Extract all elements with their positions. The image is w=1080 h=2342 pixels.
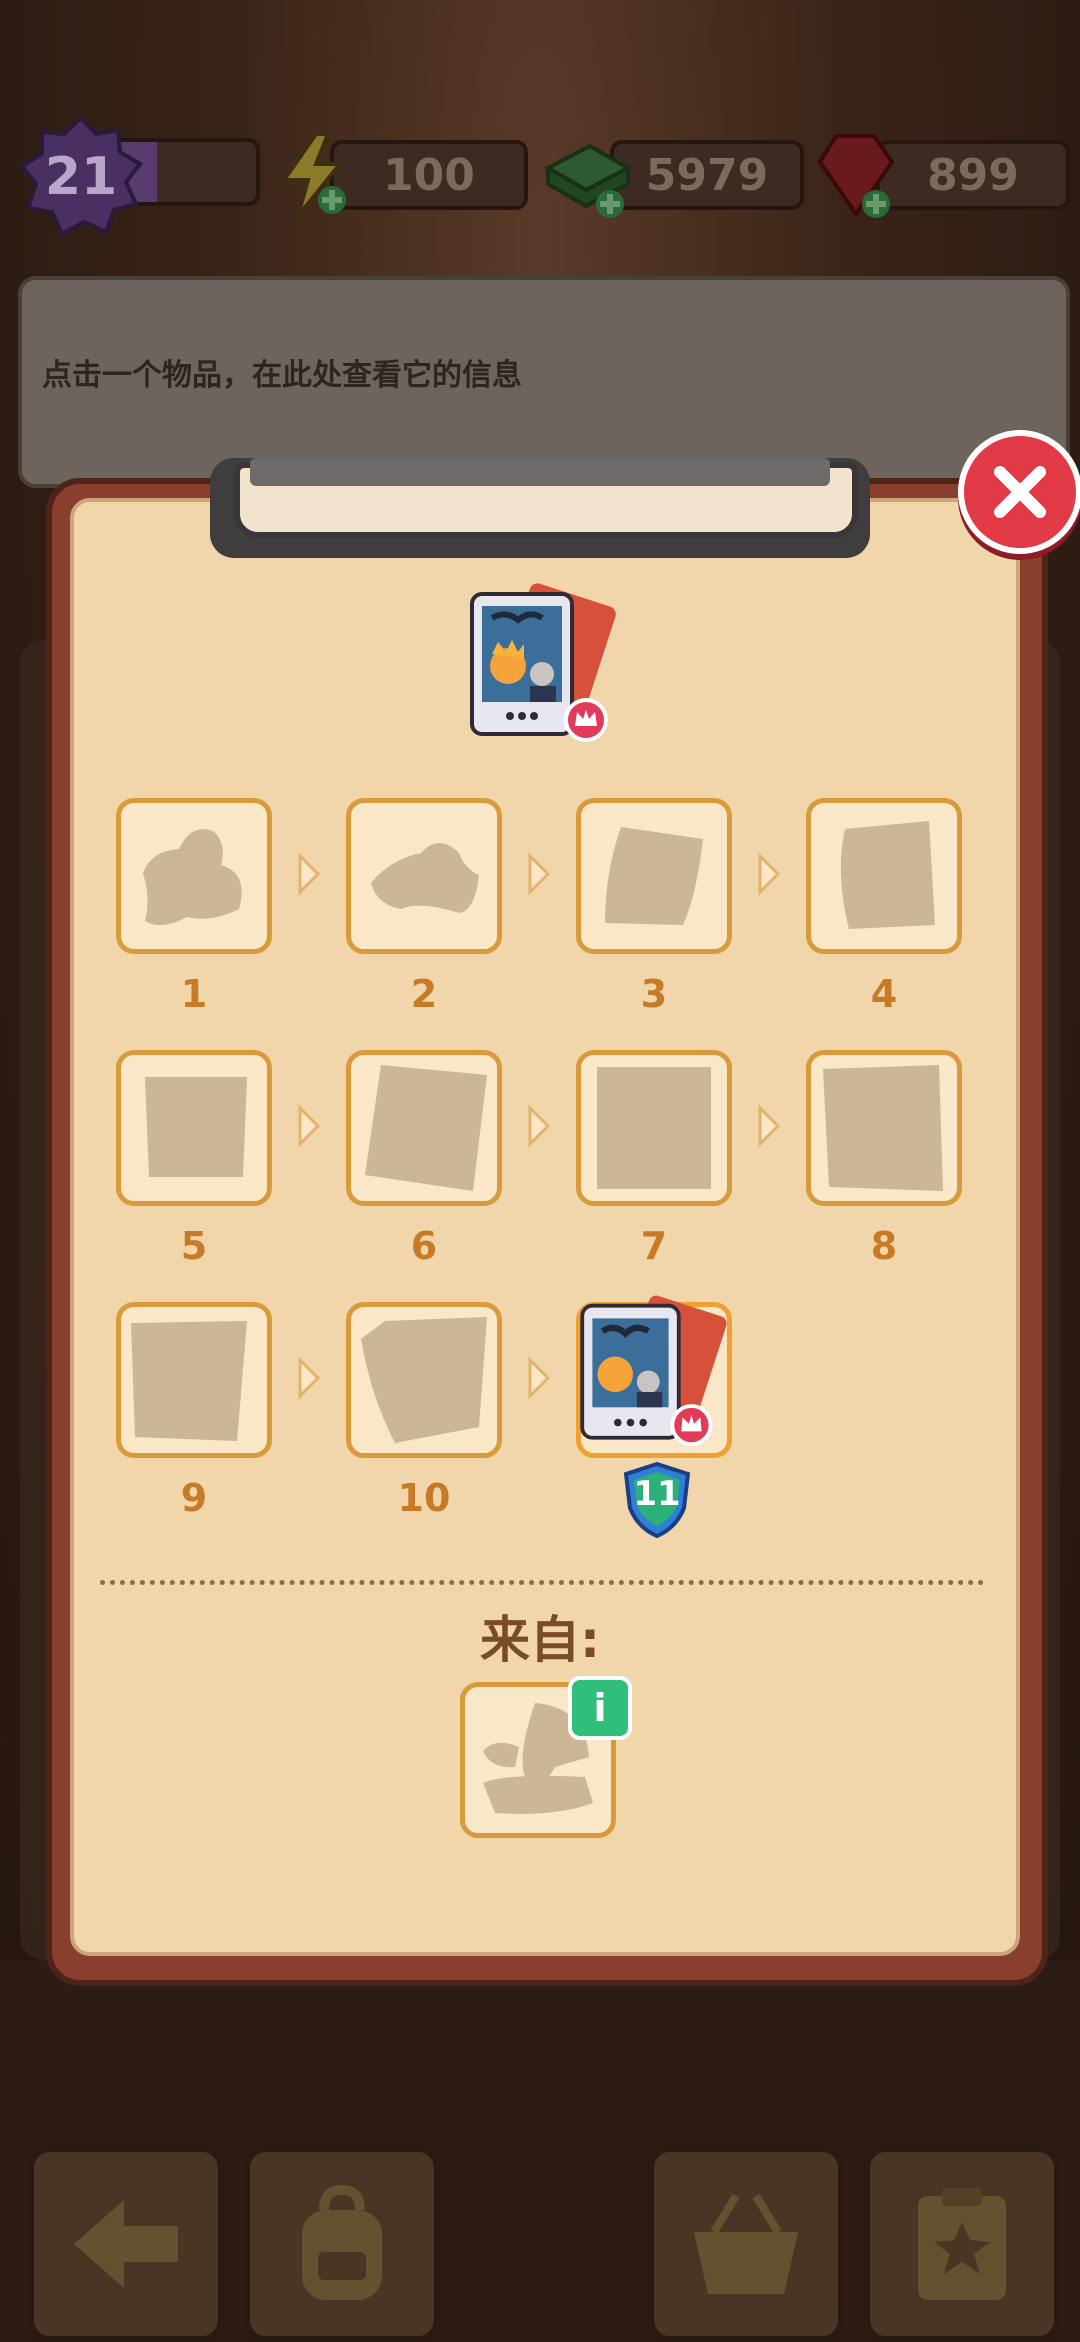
clipboard-star-icon — [918, 2188, 1006, 2300]
chain-item-8[interactable] — [806, 1050, 962, 1206]
featured-item[interactable] — [456, 582, 626, 752]
nav-back-button[interactable] — [28, 2146, 224, 2342]
item-silhouette — [365, 1065, 487, 1191]
chain-label-8: 8 — [870, 1224, 898, 1268]
item-silhouette — [840, 821, 935, 929]
ruby-icon — [817, 134, 895, 218]
item-silhouette — [823, 1065, 943, 1191]
item-silhouette — [597, 1067, 711, 1189]
clipboard-clip-top — [250, 458, 830, 486]
item-silhouette — [145, 1077, 247, 1177]
chain-item-2[interactable] — [346, 798, 502, 954]
chevron-right-icon — [298, 1356, 321, 1400]
item-silhouette — [605, 827, 703, 925]
chain-label-1: 1 — [180, 972, 208, 1016]
energy-counter[interactable]: 100 — [270, 132, 530, 218]
source-info-button[interactable]: i — [568, 1676, 632, 1740]
item-silhouette — [361, 1317, 487, 1443]
nav-backpack-button[interactable] — [244, 2146, 440, 2342]
info-banner: 点击一个物品，在此处查看它的信息 — [18, 276, 1070, 488]
photo-card-icon — [580, 1295, 727, 1447]
level-badge[interactable]: 21 — [16, 112, 146, 242]
chain-item-1[interactable] — [116, 798, 272, 954]
chevron-right-icon — [528, 1104, 551, 1148]
item-silhouette — [143, 829, 242, 926]
chain-item-10[interactable] — [346, 1302, 502, 1458]
photo-card-icon — [470, 583, 616, 742]
info-banner-text: 点击一个物品，在此处查看它的信息 — [42, 358, 522, 393]
cash-stack-icon — [543, 143, 633, 218]
chain-label-6: 6 — [410, 1224, 438, 1268]
chain-label-5: 5 — [180, 1224, 208, 1268]
close-button[interactable] — [958, 430, 1080, 554]
close-icon — [994, 466, 1046, 518]
level-number: 21 — [44, 147, 118, 207]
chevron-right-icon — [528, 1356, 551, 1400]
nav-collection-button[interactable] — [864, 2146, 1060, 2342]
chain-item-9[interactable] — [116, 1302, 272, 1458]
nav-basket-button[interactable] — [648, 2146, 844, 2342]
chain-item-final[interactable] — [576, 1295, 732, 1458]
chain-label-9: 9 — [180, 1476, 208, 1520]
chain-item-3[interactable] — [576, 798, 732, 954]
item-silhouette — [371, 843, 479, 913]
chain-label-2: 2 — [410, 972, 438, 1016]
basket-icon — [694, 2193, 798, 2294]
chevron-right-icon — [298, 1104, 321, 1148]
chain-label-10: 10 — [397, 1476, 451, 1520]
chain-label-4: 4 — [870, 972, 898, 1016]
gems-value: 899 — [876, 140, 1070, 210]
cash-value: 5979 — [610, 140, 804, 210]
back-arrow-icon — [74, 2200, 178, 2288]
source-title: 来自: — [480, 1611, 600, 1669]
chevron-right-icon — [528, 852, 551, 896]
chevron-right-icon — [758, 1104, 781, 1148]
chain-label-7: 7 — [640, 1224, 668, 1268]
chain-item-5[interactable] — [116, 1050, 272, 1206]
chevron-right-icon — [758, 852, 781, 896]
chain-label-3: 3 — [640, 972, 668, 1016]
item-level-number: 11 — [633, 1474, 681, 1514]
section-divider — [100, 1580, 984, 1585]
chain-item-6[interactable] — [346, 1050, 502, 1206]
item-silhouette — [131, 1321, 247, 1441]
gems-counter[interactable]: 899 — [812, 134, 1072, 218]
chain-item-4[interactable] — [806, 798, 962, 954]
chevron-right-icon — [298, 852, 321, 896]
lightning-icon — [280, 132, 346, 218]
chain-item-7[interactable] — [576, 1050, 732, 1206]
backpack-icon — [302, 2184, 382, 2300]
cash-counter[interactable]: 5979 — [540, 136, 804, 218]
